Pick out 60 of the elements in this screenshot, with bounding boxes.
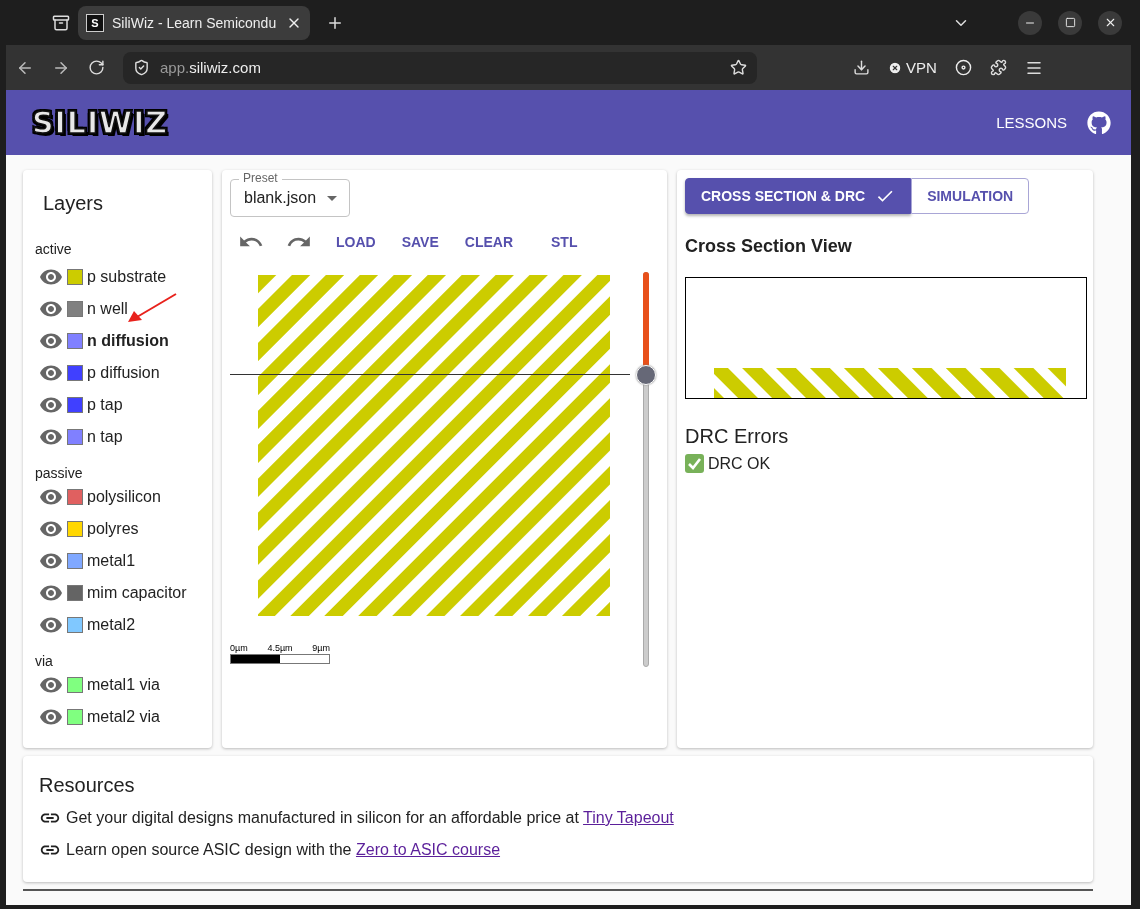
logo[interactable]: SILIWIZ [32, 105, 169, 140]
layer-name[interactable]: p tap [87, 396, 123, 414]
group-label: active [35, 241, 73, 257]
toolbar-action[interactable]: LOAD [334, 230, 378, 254]
tab-overview-icon[interactable] [52, 13, 70, 32]
scale-label: 0µm [230, 643, 248, 654]
resource-link[interactable]: Zero to ASIC course [355, 841, 501, 858]
download-icon[interactable] [853, 59, 870, 76]
toolbar-action[interactable]: CLEAR [462, 230, 515, 254]
close-circle-icon [888, 60, 902, 75]
layer-name[interactable]: n diffusion [87, 332, 169, 350]
record-icon[interactable] [954, 59, 972, 76]
view-tab[interactable]: SIMULATION [911, 178, 1030, 214]
layer-name[interactable]: polysilicon [87, 488, 161, 506]
layer-name[interactable]: metal1 [87, 552, 136, 570]
close-button[interactable] [1098, 10, 1122, 35]
minimize-button[interactable] [1018, 10, 1042, 35]
layer-name[interactable]: n tap [87, 428, 123, 446]
arrow-drawing [126, 292, 178, 324]
layer-name[interactable]: n well [87, 300, 128, 318]
drc-status: DRC OK [708, 454, 771, 473]
group-label: passive [35, 465, 84, 481]
tab-title: SiliWiz - Learn Semicondu [112, 14, 277, 31]
vpn-button[interactable]: VPN [888, 59, 937, 76]
slider-thumb[interactable] [636, 364, 656, 385]
layer-name[interactable]: mim capacitor [87, 584, 187, 602]
cross-section-title: Cross Section View [685, 236, 853, 257]
extensions-icon[interactable] [989, 59, 1007, 76]
address-bar[interactable]: app.siliwiz.com [123, 51, 757, 84]
layer-name[interactable]: metal1 via [87, 676, 160, 694]
layer-name[interactable]: p substrate [87, 268, 167, 286]
view-tab[interactable]: CROSS SECTION & DRC [685, 178, 912, 214]
resource-text: Learn open source ASIC design with the Zero to ASIC course [66, 841, 501, 859]
drc-title: DRC Errors [685, 425, 790, 448]
resource-link[interactable]: Tiny Tapeout [583, 809, 674, 826]
toolbar-action[interactable]: STL [549, 230, 580, 254]
layer-name[interactable]: metal2 [87, 616, 136, 634]
resource-text: Get your digital designs manufactured in silicon for an affordable price at Tiny Tapeout [66, 809, 674, 827]
caret-icon [327, 195, 337, 201]
lessons-link[interactable]: LESSONS [996, 114, 1067, 131]
layer-name[interactable]: metal2 via [87, 708, 160, 726]
browser-tab[interactable]: S SiliWiz - Learn Semicondu [78, 5, 310, 40]
layer-name[interactable]: polyres [87, 520, 139, 538]
shield-icon [133, 59, 150, 76]
group-label: via [35, 653, 54, 669]
toolbar-action[interactable]: SAVE [399, 230, 441, 254]
maximize-icon[interactable] [1064, 17, 1076, 28]
layers-title: Layers [43, 192, 105, 215]
reload-icon[interactable] [88, 59, 105, 76]
resources-title: Resources [39, 774, 136, 797]
layer-name[interactable]: p diffusion [87, 364, 160, 382]
url-text: app.siliwiz.com [160, 59, 261, 76]
slider-track[interactable] [636, 272, 656, 667]
github-icon[interactable] [1087, 110, 1111, 135]
star-icon[interactable] [730, 59, 747, 76]
scale-label: 4.5µm [267, 643, 293, 654]
maximize-button[interactable] [1058, 10, 1082, 35]
scale-label: 9µm [312, 643, 330, 654]
check-box-icon [685, 454, 704, 473]
favicon-icon: S [86, 13, 104, 32]
